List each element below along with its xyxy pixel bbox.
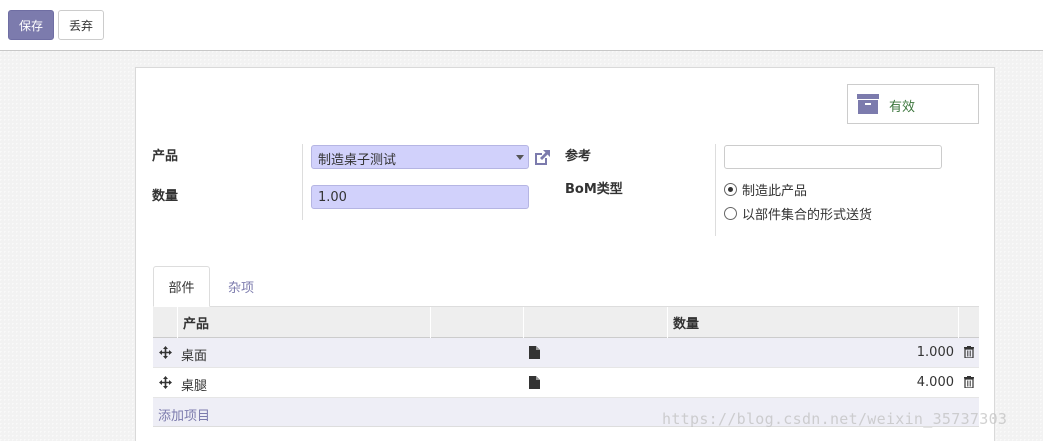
quantity-label: 数量 bbox=[152, 189, 179, 204]
bom-type-label: BoM类型 bbox=[565, 182, 623, 197]
column-divider bbox=[667, 307, 668, 338]
radio-button-checked[interactable] bbox=[724, 183, 737, 196]
product-select[interactable]: 制造桌子测试 bbox=[311, 145, 529, 169]
trash-icon[interactable] bbox=[964, 376, 974, 388]
caret-down-icon bbox=[516, 155, 524, 160]
form-sheet: 有效 产品 数量 制造桌子测试 1.00 参考 BoM类型 制造此产品 以部件集… bbox=[135, 67, 995, 441]
document-icon[interactable] bbox=[529, 346, 540, 359]
product-label: 产品 bbox=[152, 149, 179, 164]
table-header: 产品 数量 bbox=[153, 307, 979, 338]
reference-label: 参考 bbox=[565, 149, 592, 164]
field-divider bbox=[715, 144, 716, 236]
product-select-value: 制造桌子测试 bbox=[318, 153, 397, 168]
row-quantity: 1.000 bbox=[916, 345, 954, 360]
tab-components[interactable]: 部件 bbox=[153, 266, 210, 307]
notebook-tabs: 部件 杂项 bbox=[153, 266, 979, 307]
trash-icon[interactable] bbox=[964, 346, 974, 358]
move-icon[interactable] bbox=[159, 376, 172, 389]
save-button[interactable]: 保存 bbox=[8, 10, 54, 40]
field-divider bbox=[302, 144, 303, 220]
column-divider bbox=[430, 307, 431, 338]
discard-button[interactable]: 丢弃 bbox=[58, 10, 104, 40]
control-panel: 保存 丢弃 bbox=[0, 0, 1043, 51]
row-product-name: 桌腿 bbox=[181, 379, 208, 394]
column-header-quantity[interactable]: 数量 bbox=[673, 307, 699, 338]
bom-type-option-label: 以部件集合的形式送货 bbox=[742, 208, 873, 223]
watermark: https://blog.csdn.net/weixin_35737303 bbox=[662, 410, 1008, 428]
row-quantity: 4.000 bbox=[916, 375, 954, 390]
column-divider bbox=[958, 307, 959, 338]
archive-icon bbox=[857, 94, 879, 114]
bom-type-option-label: 制造此产品 bbox=[742, 184, 808, 199]
add-item-link[interactable]: 添加项目 bbox=[158, 405, 210, 424]
quantity-input[interactable]: 1.00 bbox=[311, 185, 529, 209]
active-toggle-button[interactable]: 有效 bbox=[847, 84, 979, 124]
move-icon[interactable] bbox=[159, 346, 172, 359]
row-product-name: 桌面 bbox=[181, 349, 208, 364]
column-header-product[interactable]: 产品 bbox=[183, 307, 209, 338]
table-row[interactable]: 桌腿 4.000 bbox=[153, 368, 979, 398]
external-link-icon[interactable] bbox=[532, 148, 552, 168]
components-table: 产品 数量 桌面 1.000 桌腿 4.000 添加项目 bbox=[153, 307, 979, 427]
bom-type-option-kit[interactable]: 以部件集合的形式送货 bbox=[724, 204, 872, 223]
radio-button[interactable] bbox=[724, 207, 737, 220]
column-divider bbox=[177, 307, 178, 338]
tab-miscellaneous[interactable]: 杂项 bbox=[210, 266, 272, 307]
bom-type-option-manufacture[interactable]: 制造此产品 bbox=[724, 180, 807, 199]
table-row[interactable]: 桌面 1.000 bbox=[153, 338, 979, 368]
column-divider bbox=[523, 307, 524, 338]
active-label: 有效 bbox=[889, 100, 916, 115]
reference-input[interactable] bbox=[724, 145, 942, 169]
document-icon[interactable] bbox=[529, 376, 540, 389]
